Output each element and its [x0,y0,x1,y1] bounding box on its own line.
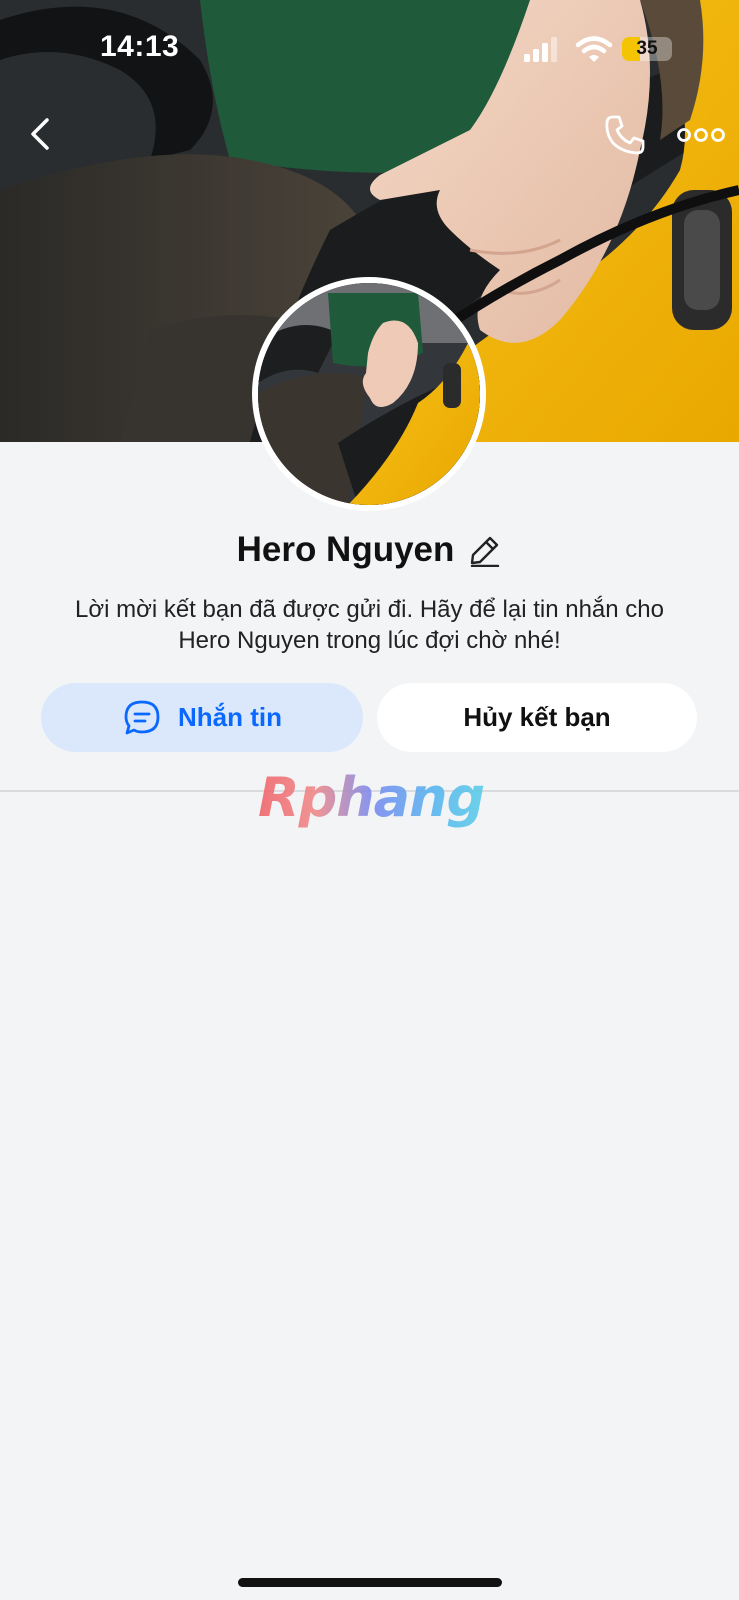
more-horizontal-icon [677,128,725,142]
unfriend-label: Hủy kết bạn [463,702,611,732]
battery-icon: 35 [622,37,672,61]
call-button[interactable] [602,112,648,158]
unfriend-button[interactable]: Hủy kết bạn [377,683,697,752]
watermark-logo: Rphang [258,768,488,828]
home-indicator[interactable] [238,1578,502,1587]
pencil-icon[interactable] [468,533,502,567]
info-line-2: Hero Nguyen trong lúc đợi chờ nhé! [178,627,561,654]
wifi-icon [575,36,613,62]
battery-level: 35 [636,38,658,59]
profile-name-row: Hero Nguyen [0,528,739,572]
send-message-label: Nhắn tin [178,702,282,732]
status-bar: 14:13 35 [0,0,739,100]
chevron-left-icon [31,118,49,150]
status-icons: 35 [522,34,692,66]
profile-name: Hero Nguyen [236,530,455,569]
friend-request-info: Lời mời kết bạn đã được gửi đi. Hãy để l… [40,594,699,656]
phone-icon [605,115,645,155]
info-line-1: Lời mời kết bạn đã được gửi đi. Hãy để l… [75,596,664,623]
chat-bubble-icon [124,700,160,734]
avatar-photo [258,283,480,505]
cellular-signal-icon [524,37,557,62]
more-options-button[interactable] [676,118,726,152]
avatar[interactable] [252,277,486,511]
back-button[interactable] [20,112,64,156]
send-message-button[interactable]: Nhắn tin [41,683,363,752]
status-time: 14:13 [100,30,180,63]
